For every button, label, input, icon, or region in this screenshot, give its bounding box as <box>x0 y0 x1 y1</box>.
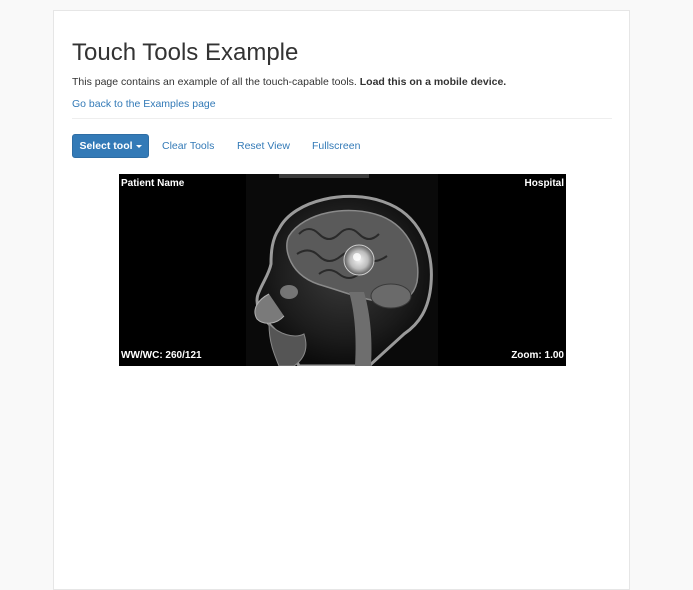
page-title: Touch Tools Example <box>72 39 299 66</box>
back-to-examples-link[interactable]: Go back to the Examples page <box>72 97 216 111</box>
page-description: This page contains an example of all the… <box>72 75 506 89</box>
main-container: Touch Tools Example This page contains a… <box>53 10 630 590</box>
zoom-overlay: Zoom: 1.00 <box>511 350 564 361</box>
dicom-viewport[interactable]: Patient Name Hospital WW/WC: 260/121 Zoo… <box>119 174 566 366</box>
hospital-overlay: Hospital <box>524 178 564 189</box>
mri-image <box>246 174 438 366</box>
reset-view-link[interactable]: Reset View <box>237 134 290 158</box>
select-tool-button[interactable]: Select tool <box>72 134 149 158</box>
description-bold-text: Load this on a mobile device. <box>359 76 507 88</box>
caret-down-icon <box>135 145 142 148</box>
divider <box>72 118 612 119</box>
select-tool-label: Select tool <box>79 140 133 152</box>
clear-tools-link[interactable]: Clear Tools <box>162 134 214 158</box>
description-text: This page contains an example of all the… <box>72 76 357 88</box>
patient-name-overlay: Patient Name <box>121 178 185 189</box>
window-level-overlay: WW/WC: 260/121 <box>121 350 202 361</box>
fullscreen-link[interactable]: Fullscreen <box>312 134 360 158</box>
